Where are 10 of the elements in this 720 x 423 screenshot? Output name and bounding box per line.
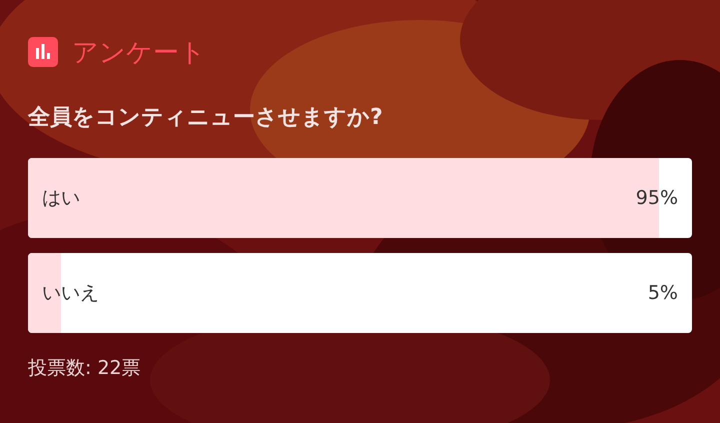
option-label: いいえ: [42, 281, 99, 306]
poll-option[interactable]: はい 95%: [28, 158, 692, 238]
vote-percentage: 95%: [636, 187, 678, 209]
option-label: はい: [42, 186, 80, 211]
poll-option[interactable]: いいえ 5%: [28, 253, 692, 333]
vote-count: 投票数: 22票: [28, 356, 142, 381]
poll-question: 全員をコンティニューさせますか?: [28, 104, 384, 132]
poll-title: アンケート: [72, 36, 206, 70]
vote-percentage: 5%: [648, 282, 678, 304]
bar-chart-icon: [28, 37, 58, 67]
